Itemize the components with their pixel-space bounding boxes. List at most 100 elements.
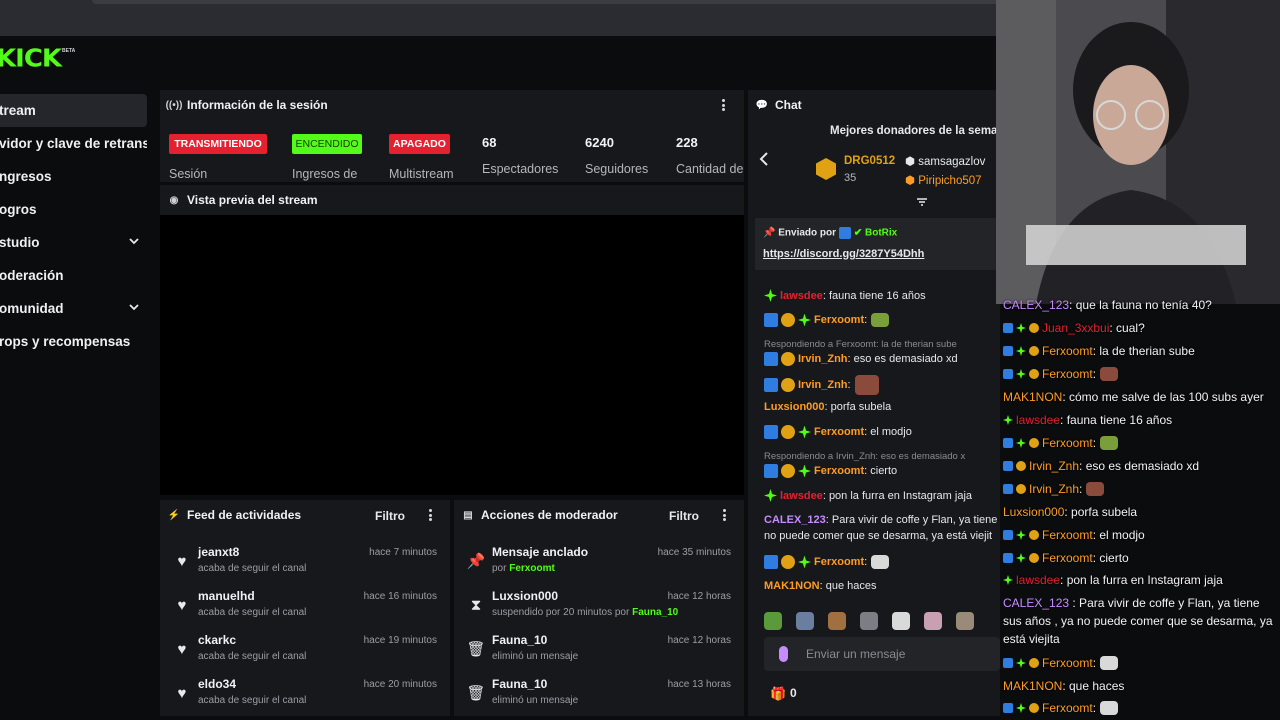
status-badge-multistream: APAGADO xyxy=(389,134,450,154)
mod-filter-button[interactable]: Filtro xyxy=(669,509,699,523)
pinned-link[interactable]: https://discord.gg/3287Y54Dhh xyxy=(763,248,924,260)
emote-icon[interactable] xyxy=(764,612,782,630)
chat-message: lawsdee: pon la furra en Instagram jaja xyxy=(764,489,972,502)
chat-username[interactable]: Luxsion000 xyxy=(764,401,825,413)
sidebar-item-server-key[interactable]: vidor y clave de retransm xyxy=(0,127,147,160)
donor-name-text: Piripicho507 xyxy=(918,175,982,187)
mod-action-title[interactable]: Luxsion000 xyxy=(492,589,558,603)
emote-icon[interactable] xyxy=(924,612,942,630)
chat-username[interactable]: Ferxoomt xyxy=(814,465,864,477)
mod-action-title[interactable]: Fauna_10 xyxy=(492,677,547,691)
sidebar-item-label: ogros xyxy=(0,202,37,217)
mod-menu-icon[interactable] xyxy=(722,509,726,521)
overlay-chat-line: Ferxoomt: xyxy=(1003,656,1119,670)
feed-username[interactable]: manuelhd xyxy=(198,589,255,603)
sidebar-item-moderacion[interactable]: oderación xyxy=(0,259,147,292)
session-info-header: ((•)) Información de la sesión xyxy=(160,90,744,120)
list-item[interactable]: ♥ jeanxt8 acaba de seguir el canal hace … xyxy=(160,545,450,589)
chat-message: Ferxoomt: el modjo xyxy=(764,425,912,439)
activity-feed-title: Feed de actividades xyxy=(187,508,302,522)
sidebar-item-ingresos[interactable]: ngresos xyxy=(0,160,147,193)
donor-name[interactable]: DRG0512 xyxy=(844,155,895,167)
mic-icon[interactable] xyxy=(779,646,788,662)
feed-action: acaba de seguir el canal xyxy=(198,651,307,662)
feed-username[interactable]: eldo34 xyxy=(198,677,236,691)
emote-icon xyxy=(1100,367,1119,381)
address-bar[interactable] xyxy=(92,0,1000,4)
sidebar-item-label: omunidad xyxy=(0,301,64,316)
chat-username[interactable]: Ferxoomt xyxy=(814,426,864,438)
count-label: Cantidad de xyxy=(676,162,744,176)
sidebar-item-estudio[interactable]: studio xyxy=(0,226,147,259)
bolt-icon: ⚡ xyxy=(167,509,181,521)
sub-badge-icon xyxy=(781,555,795,569)
overlay-username: MAK1NON xyxy=(1003,679,1063,693)
collapse-icon[interactable] xyxy=(916,197,928,209)
list-item[interactable]: 📌 Mensaje anclado por Ferxoomt hace 35 m… xyxy=(454,545,744,589)
emote-icon[interactable] xyxy=(892,612,910,630)
donor-medal-icon xyxy=(816,158,836,180)
feed-username[interactable]: jeanxt8 xyxy=(198,545,239,559)
gift-icon[interactable]: 🎁 xyxy=(770,686,786,702)
emote-icon[interactable] xyxy=(860,612,878,630)
sidebar-item-stream[interactable]: tream xyxy=(0,94,147,127)
emote-icon xyxy=(1100,436,1119,450)
followers-label: Seguidores xyxy=(585,162,649,176)
feed-username[interactable]: ckarkc xyxy=(198,633,236,647)
subscriber-icon xyxy=(1016,658,1026,668)
chat-username[interactable]: Irvin_Znh xyxy=(798,353,848,365)
chat-input[interactable]: Enviar un mensaje xyxy=(764,637,1000,671)
sidebar-item-label: tream xyxy=(0,103,36,118)
chat-text: cierto xyxy=(870,465,898,477)
chat-username[interactable]: Ferxoomt xyxy=(814,556,864,568)
emote-bar xyxy=(764,612,996,632)
overlay-username: CALEX_123 xyxy=(1003,596,1070,610)
pinned-user[interactable]: BotRix xyxy=(865,228,897,239)
overlay-chat-line: Juan_3xxbui: cual? xyxy=(1003,321,1145,335)
chat-username[interactable]: Irvin_Znh xyxy=(798,379,848,391)
overlay-text: : xyxy=(1079,482,1083,496)
overlay-chat-line: CALEX_123 : Para vivir de coffe y Flan, … xyxy=(1003,594,1278,648)
list-item[interactable]: ⧗ Luxsion000 suspendido por 20 minutos p… xyxy=(454,589,744,633)
sidebar-item-comunidad[interactable]: omunidad xyxy=(0,292,147,325)
sidebar-item-drops[interactable]: rops y recompensas xyxy=(0,325,147,358)
emote-icon xyxy=(854,375,879,395)
chat-text: pon la furra en Instagram jaja xyxy=(828,489,973,502)
donor-name[interactable]: ⬢ samsagazlov xyxy=(905,154,985,168)
mod-action-user[interactable]: Ferxoomt xyxy=(509,563,555,574)
sidebar-item-logros[interactable]: ogros xyxy=(0,193,147,226)
list-item[interactable]: 🗑 Fauna_10 eliminó un mensaje hace 13 ho… xyxy=(454,677,744,720)
subscriber-icon xyxy=(798,425,811,439)
sub-badge-icon xyxy=(781,313,795,327)
chevron-left-icon[interactable] xyxy=(758,152,770,166)
feed-action: acaba de seguir el canal xyxy=(198,695,307,706)
chat-username[interactable]: CALEX_123 xyxy=(764,514,826,526)
emote-icon[interactable] xyxy=(796,612,814,630)
chat-message: CALEX_123: Para vivir de coffe y Flan, y… xyxy=(764,514,998,526)
pinned-message[interactable]: 📌 Enviado por ✔ BotRix https://discord.g… xyxy=(755,218,1000,270)
chat-username[interactable]: lawsdee xyxy=(780,490,823,502)
session-menu-icon[interactable] xyxy=(721,99,725,111)
mod-action-title[interactable]: Fauna_10 xyxy=(492,633,547,647)
chat-username[interactable]: MAK1NON xyxy=(764,580,820,592)
list-item[interactable]: ♥ manuelhd acaba de seguir el canal hace… xyxy=(160,589,450,633)
broadcast-icon: ((•)) xyxy=(165,99,183,111)
overlay-username: Ferxoomt xyxy=(1042,367,1093,381)
stream-preview-title: Vista previa del stream xyxy=(187,193,318,207)
list-item[interactable]: ♥ ckarkc acaba de seguir el canal hace 1… xyxy=(160,633,450,677)
kick-logo[interactable]: KICK xyxy=(0,45,62,74)
list-item[interactable]: ♥ eldo34 acaba de seguir el canal hace 2… xyxy=(160,677,450,720)
list-item[interactable]: 🗑 Fauna_10 eliminó un mensaje hace 12 ho… xyxy=(454,633,744,677)
overlay-username: Irvin_Znh xyxy=(1029,482,1080,496)
sidebar-item-label: ngresos xyxy=(0,169,52,184)
feed-menu-icon[interactable] xyxy=(428,509,432,521)
emote-icon[interactable] xyxy=(828,612,846,630)
donor-name[interactable]: ⬢ Piripicho507 xyxy=(905,173,982,187)
chat-username[interactable]: Ferxoomt xyxy=(814,314,864,326)
sidebar-item-label: oderación xyxy=(0,268,64,283)
chat-username[interactable]: lawsdee xyxy=(780,290,823,302)
pin-icon: 📌 xyxy=(466,553,486,570)
feed-filter-button[interactable]: Filtro xyxy=(375,509,405,523)
emote-icon[interactable] xyxy=(956,612,974,630)
mod-action-user[interactable]: Fauna_10 xyxy=(632,607,678,618)
